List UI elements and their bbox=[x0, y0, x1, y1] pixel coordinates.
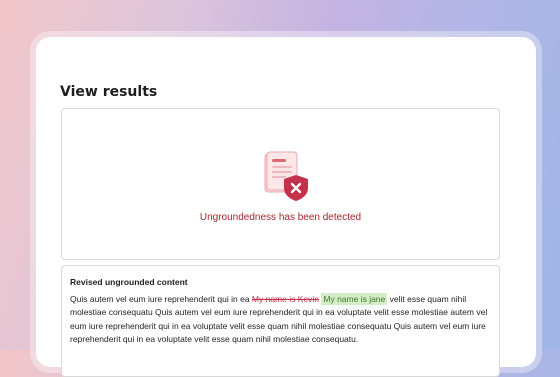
document-shield-error-icon bbox=[264, 151, 308, 201]
page-title: View results bbox=[60, 84, 158, 100]
revised-content-text: Quis autem vel eum iure reprehenderit qu… bbox=[70, 293, 494, 347]
revised-text-before: Quis autem vel eum iure reprehenderit qu… bbox=[70, 294, 252, 304]
revised-heading: Revised ungrounded content bbox=[70, 277, 188, 287]
removed-text: My name is Kevin bbox=[251, 294, 319, 304]
ungroundedness-message: Ungroundedness has been detected bbox=[199, 212, 362, 223]
results-card: View results Ungroundedness has been det… bbox=[36, 37, 536, 377]
result-panel: Ungroundedness has been detected bbox=[61, 108, 500, 260]
revised-content-panel: Revised ungrounded content Quis autem ve… bbox=[61, 265, 500, 377]
added-text: My name is jane bbox=[321, 293, 388, 305]
